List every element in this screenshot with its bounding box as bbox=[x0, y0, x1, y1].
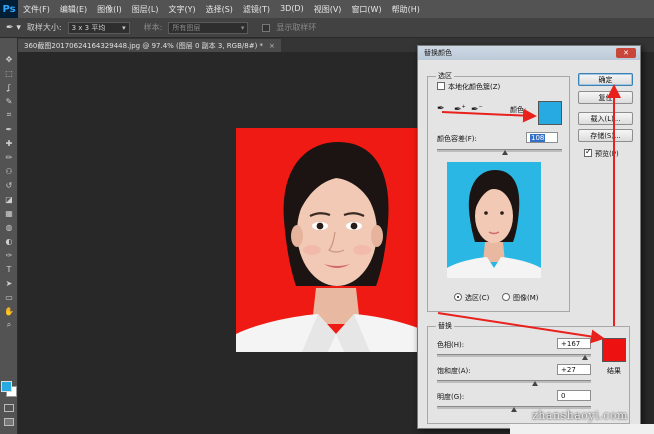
portrait-photo bbox=[236, 128, 432, 352]
crop-icon[interactable]: ⌗ bbox=[0, 108, 18, 122]
menu-item[interactable]: 视图(V) bbox=[309, 4, 347, 15]
document-tab[interactable]: 360截图20170624164329448.jpg @ 97.4% (图层 0… bbox=[18, 39, 281, 52]
tolerance-slider[interactable] bbox=[437, 149, 562, 152]
options-bar: ✒ ▾ 取样大小: 3 x 3 平均 ▾ 样本: 所有图层 ▾ 显示取样环 bbox=[0, 18, 654, 38]
eraser-icon[interactable]: ◪ bbox=[0, 192, 18, 206]
radio-image-label: 图像(M) bbox=[513, 294, 539, 302]
radio-selection[interactable] bbox=[454, 293, 462, 301]
replace-group-label: 替换 bbox=[436, 321, 454, 331]
gradient-icon[interactable]: ▦ bbox=[0, 206, 18, 220]
hue-input[interactable]: +167 bbox=[557, 338, 591, 349]
hue-slider[interactable] bbox=[437, 354, 591, 357]
save-button[interactable]: 存储(S)... bbox=[578, 129, 633, 142]
marquee-icon[interactable]: ⬚ bbox=[0, 66, 18, 80]
localized-clusters-label: 本地化颜色簇(Z) bbox=[448, 83, 501, 91]
menu-item[interactable]: 帮助(H) bbox=[387, 4, 425, 15]
menu-item[interactable]: 图层(L) bbox=[127, 4, 164, 15]
color-label: 颜色: bbox=[510, 106, 527, 114]
menu-item[interactable]: 文件(F) bbox=[18, 4, 55, 15]
result-label: 结果 bbox=[607, 367, 621, 375]
hue-slider-thumb[interactable] bbox=[582, 355, 589, 360]
dialog-close-button[interactable]: ✕ bbox=[616, 48, 636, 58]
tolerance-input[interactable]: 108 bbox=[526, 132, 558, 143]
load-button[interactable]: 载入(L)... bbox=[578, 112, 633, 125]
type-icon[interactable]: T bbox=[0, 262, 18, 276]
preview-label: 预览(P) bbox=[595, 150, 619, 158]
eyedropper-tool-icon[interactable]: ✒ ▾ bbox=[6, 23, 21, 33]
preview-checkbox[interactable] bbox=[584, 147, 592, 157]
saturation-slider[interactable] bbox=[437, 380, 591, 383]
lightness-label: 明度(G): bbox=[437, 393, 465, 401]
shape-icon[interactable]: ▭ bbox=[0, 290, 18, 304]
hue-label: 色相(H): bbox=[437, 341, 465, 349]
healing-icon[interactable]: ✚ bbox=[0, 136, 18, 150]
brush-icon[interactable]: ✏ bbox=[0, 150, 18, 164]
ok-button[interactable]: 确定 bbox=[578, 73, 633, 86]
radio-image[interactable] bbox=[502, 293, 510, 301]
selection-group-label: 选区 bbox=[436, 71, 454, 81]
eyedropper-icon[interactable]: ✒ bbox=[0, 122, 18, 136]
foreground-color-swatch[interactable] bbox=[1, 381, 12, 392]
watermark-text: zhanshaoyi.com bbox=[532, 409, 628, 422]
zoom-icon[interactable]: ⌕ bbox=[0, 318, 18, 332]
saturation-input[interactable]: +27 bbox=[557, 364, 591, 375]
photoshop-logo-icon: Ps bbox=[0, 0, 18, 18]
history-brush-icon[interactable]: ↺ bbox=[0, 178, 18, 192]
portrait-illustration bbox=[236, 142, 432, 352]
quick-select-icon[interactable]: ✎ bbox=[0, 94, 18, 108]
eyedropper-minus-icon[interactable]: ✒− bbox=[471, 104, 483, 115]
saturation-label: 饱和度(A): bbox=[437, 367, 471, 375]
document-tab-title: 360截图20170624164329448.jpg @ 97.4% (图层 0… bbox=[24, 41, 264, 50]
menu-item[interactable]: 编辑(E) bbox=[55, 4, 92, 15]
blur-icon[interactable]: ◍ bbox=[0, 220, 18, 234]
menu-item[interactable]: 选择(S) bbox=[201, 4, 238, 15]
menu-bar: Ps 文件(F) 编辑(E) 图像(I) 图层(L) 文字(Y) 选择(S) 滤镜(T) 3D… bbox=[0, 0, 654, 18]
show-sampling-ring-checkbox[interactable] bbox=[262, 23, 271, 32]
stamp-icon[interactable]: ⚇ bbox=[0, 164, 18, 178]
taskbar-strip bbox=[510, 424, 654, 434]
dialog-title: 替换颜色 bbox=[424, 49, 452, 57]
sample-select[interactable]: 所有图层 ▾ bbox=[168, 21, 249, 34]
tools-panel: ✥ ⬚ ʆ ✎ ⌗ ✒ ✚ ✏ ⚇ ↺ ◪ ▦ ◍ ◐ ✑ T ➤ ▭ ✋ ⌕ bbox=[0, 38, 18, 434]
selection-color-swatch[interactable] bbox=[538, 101, 562, 125]
localized-clusters-checkbox[interactable] bbox=[437, 82, 445, 90]
result-color-swatch[interactable] bbox=[602, 338, 626, 362]
move-icon[interactable]: ✥ bbox=[0, 52, 18, 66]
menu-item[interactable]: 3D(D) bbox=[275, 4, 309, 15]
radio-selection-label: 选区(C) bbox=[465, 294, 490, 302]
replace-color-dialog: 替换颜色 ✕ 选区 本地化颜色簇(Z) ✒ ✒+ ✒− 颜色: 颜色容差(F):… bbox=[417, 45, 641, 429]
tolerance-label: 颜色容差(F): bbox=[437, 135, 477, 143]
saturation-slider-thumb[interactable] bbox=[531, 381, 538, 386]
menu-item[interactable]: 文字(Y) bbox=[163, 4, 200, 15]
close-tab-icon[interactable]: × bbox=[269, 42, 275, 50]
pen-icon[interactable]: ✑ bbox=[0, 248, 18, 262]
menu-item[interactable]: 窗口(W) bbox=[346, 4, 386, 15]
path-select-icon[interactable]: ➤ bbox=[0, 276, 18, 290]
menu-items: 文件(F) 编辑(E) 图像(I) 图层(L) 文字(Y) 选择(S) 滤镜(T) 3D(D)… bbox=[18, 4, 425, 15]
screen-mode-icon[interactable] bbox=[4, 418, 14, 426]
dialog-title-bar[interactable]: 替换颜色 ✕ bbox=[418, 46, 640, 60]
selection-preview bbox=[447, 162, 541, 278]
menu-item[interactable]: 图像(I) bbox=[92, 4, 127, 15]
quick-mask-icon[interactable] bbox=[4, 404, 14, 412]
hand-icon[interactable]: ✋ bbox=[0, 304, 18, 318]
show-sampling-ring-label: 显示取样环 bbox=[276, 23, 317, 32]
lightness-input[interactable]: 0 bbox=[557, 390, 591, 401]
eyedropper-plus-icon[interactable]: ✒+ bbox=[454, 104, 466, 115]
sample-size-label: 取样大小: bbox=[26, 23, 62, 32]
sample-label: 样本: bbox=[143, 23, 163, 32]
reset-button[interactable]: 复位 bbox=[578, 91, 633, 104]
preview-portrait bbox=[447, 170, 541, 278]
eyedropper-icon[interactable]: ✒ bbox=[437, 104, 445, 114]
tolerance-slider-thumb[interactable] bbox=[501, 150, 508, 155]
dodge-icon[interactable]: ◐ bbox=[0, 234, 18, 248]
lightness-slider-thumb[interactable] bbox=[511, 407, 517, 412]
sample-size-select[interactable]: 3 x 3 平均 ▾ bbox=[67, 21, 130, 34]
menu-item[interactable]: 滤镜(T) bbox=[238, 4, 275, 15]
lasso-icon[interactable]: ʆ bbox=[0, 80, 18, 94]
